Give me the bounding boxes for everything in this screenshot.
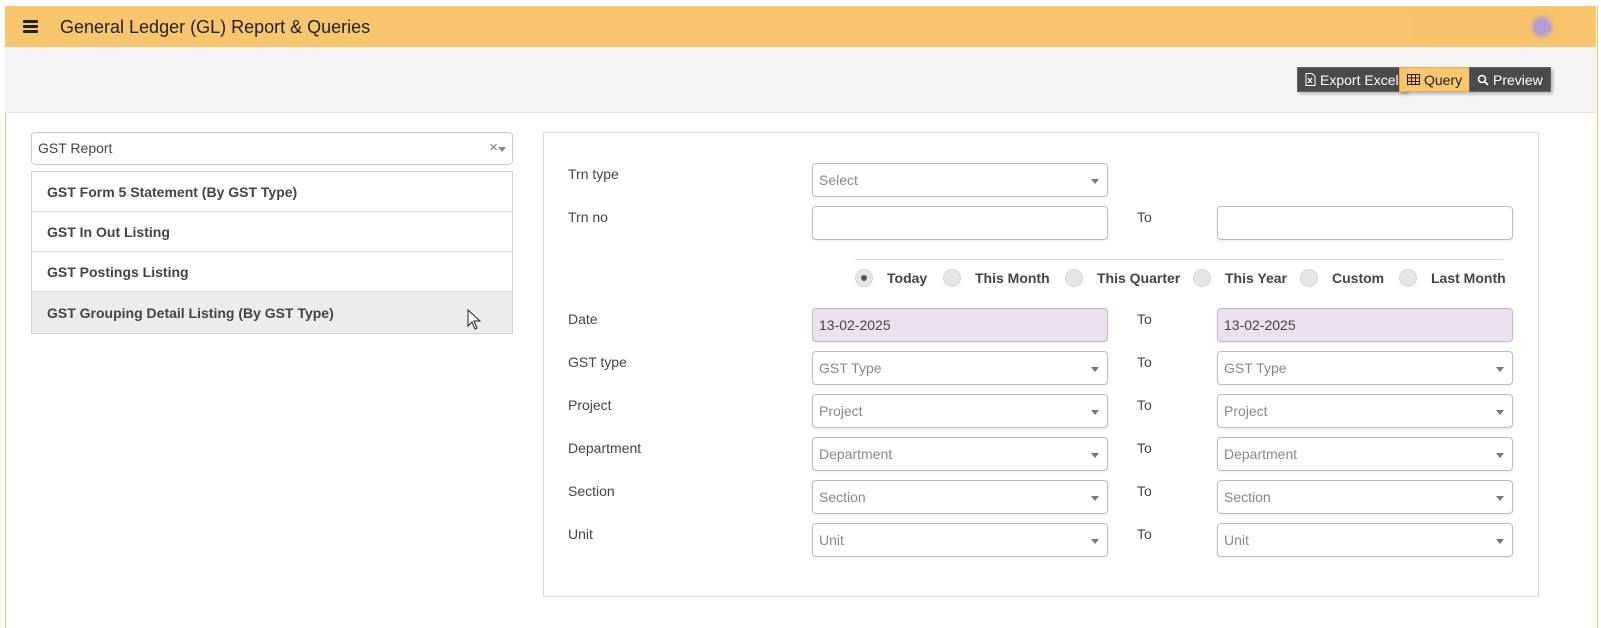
radio-circle[interactable] bbox=[1399, 269, 1417, 287]
report-select-value: GST Report bbox=[38, 140, 113, 156]
radio-label: Last Month bbox=[1431, 270, 1506, 286]
trn-type-placeholder: Select bbox=[819, 172, 858, 188]
radio-circle[interactable] bbox=[1065, 269, 1083, 287]
clear-icon[interactable]: × bbox=[489, 139, 498, 156]
export-excel-button[interactable]: Export Excel bbox=[1297, 67, 1407, 92]
radio-label: This Month bbox=[975, 270, 1050, 286]
unit-from-placeholder: Unit bbox=[819, 532, 844, 548]
radio-label: This Year bbox=[1225, 270, 1288, 286]
unit-to-select[interactable]: Unit bbox=[1217, 523, 1513, 557]
gst-type-from-select[interactable]: GST Type bbox=[812, 351, 1108, 385]
radio-last-month[interactable]: Last Month bbox=[1399, 269, 1506, 287]
toolbar: Export Excel Query Preview bbox=[5, 47, 1596, 113]
mouse-cursor-icon bbox=[467, 309, 481, 330]
gst-type-from-placeholder: GST Type bbox=[819, 360, 882, 376]
date-from-value: 13-02-2025 bbox=[819, 317, 891, 333]
section-from-placeholder: Section bbox=[819, 489, 866, 505]
gst-type-to-label: To bbox=[1137, 354, 1152, 370]
chevron-down-icon[interactable] bbox=[498, 147, 506, 152]
preview-label: Preview bbox=[1493, 71, 1543, 88]
section-from-select[interactable]: Section bbox=[812, 480, 1108, 514]
project-label: Project bbox=[568, 397, 612, 413]
trn-no-to-input[interactable] bbox=[1217, 206, 1513, 240]
radio-label: This Quarter bbox=[1097, 270, 1181, 286]
radio-custom[interactable]: Custom bbox=[1300, 269, 1384, 287]
page-title: General Ledger (GL) Report & Queries bbox=[60, 17, 371, 37]
section-label: Section bbox=[568, 483, 615, 499]
department-to-placeholder: Department bbox=[1224, 446, 1298, 462]
table-icon bbox=[1407, 74, 1420, 85]
section-to-select[interactable]: Section bbox=[1217, 480, 1513, 514]
trn-no-from-input[interactable] bbox=[812, 206, 1108, 240]
radio-this-quarter[interactable]: This Quarter bbox=[1065, 269, 1180, 287]
radio-today[interactable]: Today bbox=[855, 269, 927, 287]
project-from-select[interactable]: Project bbox=[812, 394, 1108, 428]
unit-to-placeholder: Unit bbox=[1224, 532, 1249, 548]
radio-circle[interactable] bbox=[855, 269, 873, 287]
export-excel-label: Export Excel bbox=[1320, 71, 1399, 88]
radio-label: Today bbox=[887, 270, 928, 286]
project-to-placeholder: Project bbox=[1224, 403, 1268, 419]
trn-no-to-label: To bbox=[1137, 209, 1152, 225]
preview-button[interactable]: Preview bbox=[1469, 67, 1551, 92]
user-menu[interactable] bbox=[1410, 10, 1560, 44]
unit-from-select[interactable]: Unit bbox=[812, 523, 1108, 557]
section-to-placeholder: Section bbox=[1224, 489, 1271, 505]
gst-type-label: GST type bbox=[568, 354, 627, 370]
radio-label: Custom bbox=[1332, 270, 1385, 286]
department-from-select[interactable]: Department bbox=[812, 437, 1108, 471]
unit-label: Unit bbox=[568, 526, 593, 542]
report-option[interactable]: GST Form 5 Statement (By GST Type) bbox=[32, 172, 512, 212]
gst-type-to-placeholder: GST Type bbox=[1224, 360, 1287, 376]
search-icon bbox=[1477, 74, 1489, 86]
department-to-select[interactable]: Department bbox=[1217, 437, 1513, 471]
report-option[interactable]: GST In Out Listing bbox=[32, 212, 512, 252]
trn-type-label: Trn type bbox=[568, 166, 619, 182]
section-to-label: To bbox=[1137, 483, 1152, 499]
report-option[interactable]: GST Postings Listing bbox=[32, 252, 512, 292]
report-option-hovered[interactable]: GST Grouping Detail Listing (By GST Type… bbox=[32, 292, 512, 333]
department-to-label: To bbox=[1137, 440, 1152, 456]
hamburger-icon[interactable] bbox=[23, 20, 38, 33]
radio-this-month[interactable]: This Month bbox=[943, 269, 1050, 287]
radio-this-year[interactable]: This Year bbox=[1193, 269, 1287, 287]
date-label: Date bbox=[568, 311, 598, 327]
date-to-input[interactable]: 13-02-2025 bbox=[1217, 308, 1513, 342]
department-label: Department bbox=[568, 440, 642, 456]
date-from-input[interactable]: 13-02-2025 bbox=[812, 308, 1108, 342]
project-from-placeholder: Project bbox=[819, 403, 863, 419]
divider bbox=[855, 259, 1503, 260]
report-list: GST Form 5 Statement (By GST Type) GST I… bbox=[31, 171, 513, 334]
excel-file-icon bbox=[1305, 73, 1316, 86]
project-to-select[interactable]: Project bbox=[1217, 394, 1513, 428]
date-to-label: To bbox=[1137, 311, 1152, 327]
radio-circle[interactable] bbox=[943, 269, 961, 287]
query-label: Query bbox=[1424, 71, 1463, 88]
avatar[interactable] bbox=[1532, 17, 1552, 37]
radio-circle[interactable] bbox=[1193, 269, 1211, 287]
trn-type-select[interactable]: Select bbox=[812, 163, 1108, 197]
query-button[interactable]: Query bbox=[1399, 67, 1471, 92]
department-from-placeholder: Department bbox=[819, 446, 893, 462]
report-select[interactable]: GST Report × bbox=[31, 132, 513, 165]
app-header: General Ledger (GL) Report & Queries bbox=[5, 6, 1596, 47]
unit-to-label: To bbox=[1137, 526, 1152, 542]
radio-circle[interactable] bbox=[1300, 269, 1318, 287]
trn-no-label: Trn no bbox=[568, 209, 608, 225]
gst-type-to-select[interactable]: GST Type bbox=[1217, 351, 1513, 385]
project-to-label: To bbox=[1137, 397, 1152, 413]
date-to-value: 13-02-2025 bbox=[1224, 317, 1296, 333]
